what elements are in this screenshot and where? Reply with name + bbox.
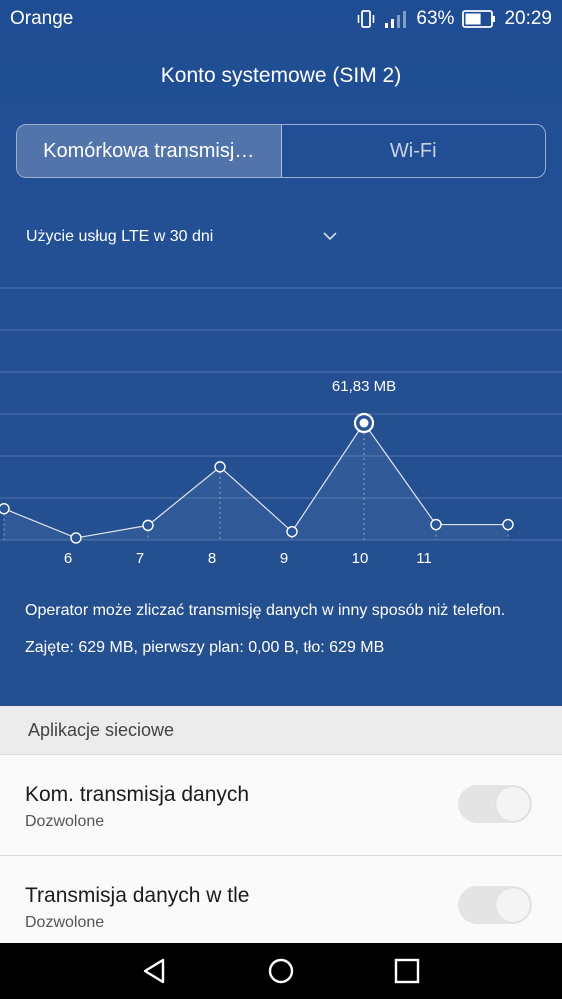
clock: 20:29: [504, 8, 552, 29]
recents-icon[interactable]: [393, 957, 421, 985]
network-type-tabs: Komórkowa transmisj… Wi-Fi: [16, 124, 546, 178]
row-subtitle: Dozwolone: [25, 813, 105, 830]
network-apps-section: Aplikacje sieciowe Kom. transmisja danyc…: [0, 706, 562, 957]
x-tick-label: 11: [416, 550, 432, 567]
battery-icon: [462, 10, 496, 28]
x-tick-label: 6: [64, 550, 72, 567]
row-title: Kom. transmisja danych: [25, 783, 250, 806]
home-icon[interactable]: [267, 957, 295, 985]
row-subtitle: Dozwolone: [25, 914, 105, 931]
page-title: Konto systemowe (SIM 2): [160, 64, 402, 87]
operator-note: Operator może zliczać transmisję danych …: [25, 602, 506, 619]
navigation-bar: [0, 943, 562, 999]
back-icon[interactable]: [141, 957, 169, 985]
section-header: Aplikacje sieciowe: [0, 706, 562, 755]
data-point[interactable]: [286, 525, 298, 538]
x-tick-label: 7: [136, 550, 144, 567]
data-point[interactable]: [502, 518, 514, 531]
status-icons: 63% 20:29: [356, 8, 552, 30]
signal-icon: [385, 11, 407, 28]
data-point[interactable]: [430, 518, 442, 531]
data-point[interactable]: [70, 532, 82, 544]
period-selector-label[interactable]: Użycie usług LTE w 30 dni: [26, 228, 213, 246]
selected-value-label: 61,83 MB: [332, 378, 396, 395]
selected-point-center: [359, 418, 369, 428]
carrier-name: Orange: [10, 8, 74, 29]
mobile-data-toggle[interactable]: [458, 785, 532, 823]
toggle-knob: [496, 888, 530, 922]
battery-percent: 63%: [416, 8, 455, 29]
x-tick-label: 8: [208, 550, 216, 567]
tab-wifi-label: Wi-Fi: [389, 139, 437, 162]
vibrate-icon: [358, 10, 375, 28]
usage-panel: Orange 63% 20:29 Konto systemowe (SIM 2): [0, 0, 562, 706]
x-tick-label: 9: [280, 550, 288, 567]
background-data-row[interactable]: Transmisja danych w tle Dozwolone: [0, 856, 562, 957]
usage-chart: 61,83 MB 6 7 8 9 10 11: [0, 287, 562, 567]
row-title: Transmisja danych w tle: [25, 884, 250, 907]
tab-wifi[interactable]: Wi-Fi: [282, 125, 546, 177]
chevron-down-icon[interactable]: [322, 230, 338, 242]
data-point[interactable]: [214, 461, 226, 473]
data-point[interactable]: [0, 502, 10, 515]
tab-mobile-data-label: Komórkowa transmisj…: [43, 139, 255, 162]
data-point[interactable]: [142, 519, 154, 532]
mobile-data-row[interactable]: Kom. transmisja danych Dozwolone: [0, 755, 562, 856]
x-tick-label: 10: [352, 550, 369, 567]
usage-summary: Zajęte: 629 MB, pierwszy plan: 0,00 B, t…: [25, 639, 385, 656]
status-bar: Orange 63% 20:29: [0, 0, 562, 40]
background-data-toggle[interactable]: [458, 886, 532, 924]
tab-mobile-data[interactable]: Komórkowa transmisj…: [17, 125, 282, 177]
toggle-knob: [496, 787, 530, 821]
